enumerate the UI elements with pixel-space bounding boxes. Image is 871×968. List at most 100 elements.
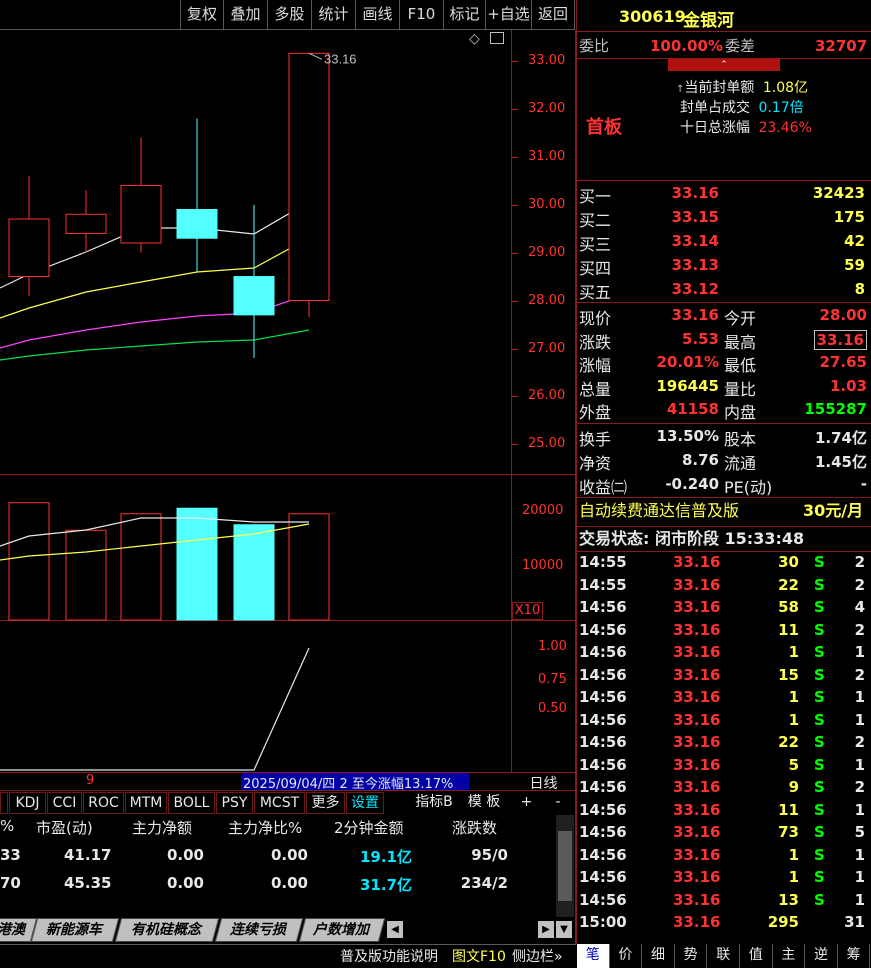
indicator-action-1[interactable]: 模 板	[460, 792, 508, 814]
indicator-tab-7[interactable]: MCST	[254, 792, 305, 814]
tick-count: 2	[854, 620, 865, 639]
period-button[interactable]: 日线	[512, 773, 575, 792]
price-tick: 29.00	[528, 245, 566, 260]
indicator-tab-0[interactable]	[0, 792, 8, 814]
stock-name: 金银河	[683, 11, 734, 31]
quote-row: 外盘 41158 内盘 155287	[577, 399, 871, 422]
tenday-value: 23.46%	[758, 120, 812, 136]
scroll-left-icon[interactable]: ◀	[387, 921, 403, 938]
indicator-tick: 1.00	[538, 639, 567, 654]
table-header[interactable]: 主力净额	[132, 817, 192, 838]
right-tab[interactable]: 筹	[838, 944, 871, 968]
toolbar-button-7[interactable]: +自选	[486, 0, 532, 30]
indicator-tab-2[interactable]: CCI	[47, 792, 82, 814]
scroll-right-icon[interactable]: ▶	[538, 921, 554, 938]
bid-row[interactable]: 买三 33.14 42	[577, 231, 871, 254]
help-link[interactable]: 普及版功能说明	[340, 946, 438, 966]
quote-value: 196445	[656, 376, 719, 395]
tick-count: 2	[854, 778, 865, 796]
table-header[interactable]: 2分钟金额	[334, 817, 404, 838]
indicator-tab-6[interactable]: PSY	[216, 792, 253, 814]
tick-row: 14:56 33.16 1 S 1	[577, 711, 871, 733]
tick-price: 33.16	[673, 890, 721, 909]
bid-row[interactable]: 买二 33.15 175	[577, 207, 871, 230]
indicator-action-3[interactable]: -	[543, 792, 573, 814]
indicator-tab-8[interactable]: 更多	[306, 792, 345, 814]
right-tab[interactable]: 主	[773, 944, 806, 968]
table-header[interactable]: 涨跌数	[452, 817, 497, 838]
table-cell: 0.00	[270, 874, 308, 892]
bid-row[interactable]: 买五 33.12 8	[577, 279, 871, 302]
right-tab[interactable]: 逆	[805, 944, 838, 968]
tick-row: 14:56 33.16 13 S 1	[577, 891, 871, 913]
toolbar-button-6[interactable]: 标记	[444, 0, 486, 30]
fund-label: 收益㈡	[579, 478, 628, 497]
ad-text[interactable]: 自动续费通达信普及版	[579, 500, 739, 522]
indicator-action-2[interactable]: +	[512, 792, 541, 814]
scroll-down-icon[interactable]: ▼	[556, 921, 572, 938]
table-row[interactable]: 33 41.17 0.00 0.00 19.1亿 95/0	[0, 844, 555, 866]
quote-label: 最高	[724, 332, 757, 352]
table-scrollbar[interactable]	[556, 815, 574, 917]
tick-count: 1	[854, 643, 865, 661]
tick-time: 14:55	[579, 553, 627, 571]
tick-volume: 1	[788, 868, 799, 886]
indicator-tab-4[interactable]: MTM	[125, 792, 167, 814]
tick-time: 14:56	[579, 665, 627, 684]
seal-amount-label: 当前封单额	[684, 80, 755, 96]
tick-count: 2	[854, 575, 865, 594]
indicator-action-0[interactable]: 指标B	[410, 792, 458, 814]
fund-value: 1.74亿	[814, 429, 867, 447]
kline-chart[interactable]: 33.16	[0, 30, 512, 772]
tick-row: 14:56 33.16 1 S 1	[577, 868, 871, 890]
toolbar-button-1[interactable]: 叠加	[224, 0, 268, 30]
right-tab[interactable]: 值	[740, 944, 773, 968]
right-tab[interactable]: 势	[675, 944, 708, 968]
quote-label: 今开	[724, 309, 757, 328]
toolbar-button-5[interactable]: F10	[400, 0, 444, 30]
collapse-button[interactable]: ⌃	[668, 59, 780, 71]
indicator-tab-3[interactable]: ROC	[83, 792, 124, 814]
indicator-tab-5[interactable]: BOLL	[168, 792, 215, 814]
tick-row: 14:56 33.16 11 S 1	[577, 801, 871, 823]
toolbar-button-2[interactable]: 多股	[268, 0, 312, 30]
tick-row: 14:56 33.16 11 S 2	[577, 621, 871, 643]
price-tick-mark	[512, 157, 518, 158]
quote-label: 现价	[579, 309, 612, 328]
tick-count: 4	[854, 598, 865, 616]
right-tab[interactable]: 笔	[577, 944, 610, 968]
sector-tab[interactable]: 有机硅概念	[114, 918, 220, 942]
price-tick: 32.00	[528, 101, 566, 116]
tick-row: 14:56 33.16 22 S 2	[577, 733, 871, 755]
indicator-tab-1[interactable]: KDJ	[9, 792, 46, 814]
sector-tab[interactable]: 户数增加	[298, 918, 386, 942]
bid-row[interactable]: 买一 33.16 32423	[577, 183, 871, 206]
price-tick-mark	[512, 349, 518, 350]
toolbar-button-8[interactable]: 返回	[532, 0, 575, 30]
sidebar-toggle[interactable]: 侧边栏»	[512, 946, 563, 966]
toolbar-button-3[interactable]: 统计	[312, 0, 356, 30]
sector-tab[interactable]: 新能源车	[30, 918, 120, 942]
price-tick-mark	[512, 301, 518, 302]
table-header[interactable]: 市盈(动)	[36, 817, 93, 838]
bid-volume: 42	[844, 232, 865, 250]
f10-link[interactable]: 图文F10	[452, 946, 506, 966]
ad-price[interactable]: 30元/月	[803, 500, 863, 522]
right-tab[interactable]: 细	[642, 944, 675, 968]
tick-price: 33.16	[673, 710, 721, 729]
indicator-tab-9[interactable]: 设置	[346, 792, 384, 814]
tick-time: 14:56	[579, 733, 627, 751]
toolbar-button-4[interactable]: 画线	[356, 0, 400, 30]
tick-time: 15:00	[579, 913, 627, 931]
table-header[interactable]: %	[0, 817, 14, 835]
table-row[interactable]: 70 45.35 0.00 0.00 31.7亿 234/2	[0, 872, 555, 894]
fund-row: 净资 8.76 流通 1.45亿	[577, 450, 871, 473]
sector-tab[interactable]: 连续亏损	[214, 918, 304, 942]
right-tab[interactable]: 价	[610, 944, 643, 968]
right-tab[interactable]: 联	[707, 944, 740, 968]
table-cell: 45.35	[64, 874, 112, 892]
table-header[interactable]: 主力净比%	[228, 817, 302, 838]
bid-row[interactable]: 买四 33.13 59	[577, 255, 871, 278]
toolbar-button-0[interactable]: 复权	[180, 0, 224, 30]
quote-label: 量比	[724, 379, 757, 399]
